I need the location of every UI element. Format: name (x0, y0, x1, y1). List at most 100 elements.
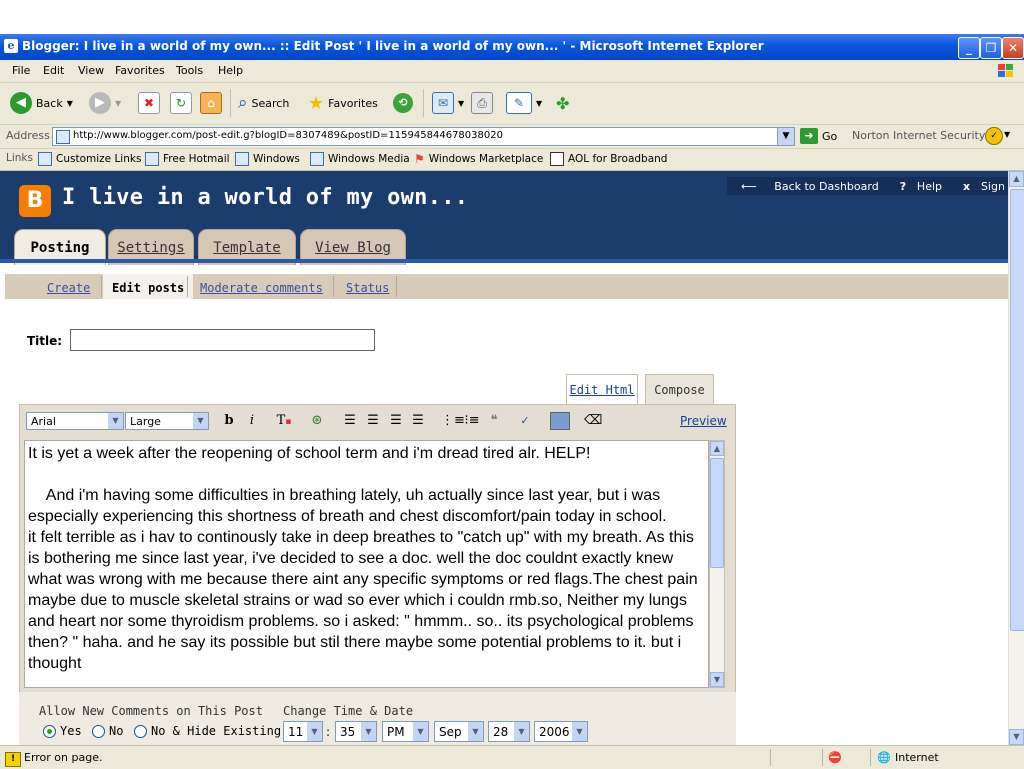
radio-comments-no[interactable]: No (92, 724, 123, 738)
scroll-down-icon[interactable]: ▼ (1009, 729, 1024, 745)
numbered-list-icon[interactable]: ⋮≡ (441, 412, 465, 430)
edit-dropdown-icon[interactable]: ▼ (536, 99, 542, 108)
browser-toolbar: ◀ Back ▼ ▶ ▼ ✖ ↻ ⌂ ⌕ Search ★ Favorites … (0, 83, 1024, 125)
post-editor: Arial ▼ Large ▼ b i T▪ ⊛ ☰ ☰ ☰ ☰ ⋮≡ ⁝≡ ❝ ✓… (19, 404, 736, 693)
scroll-thumb[interactable] (1010, 189, 1024, 631)
tab-label: Template (213, 240, 281, 256)
edit-button[interactable]: ✎ ▼ (506, 91, 542, 115)
scroll-down-icon[interactable]: ▼ (710, 672, 724, 687)
minute-select[interactable]: 35 ▼ (335, 721, 377, 742)
back-to-dashboard-link[interactable]: ⟵ Back to Dashboard (734, 180, 886, 193)
back-button[interactable]: ◀ Back ▼ (10, 91, 73, 115)
messenger-button[interactable]: ✤ (556, 91, 569, 115)
error-warning-icon[interactable]: ! (5, 751, 21, 767)
help-link[interactable]: ? Help (900, 180, 949, 193)
radio-comments-hide[interactable]: No & Hide Existing (134, 724, 281, 738)
security-icon[interactable]: ⛔ (828, 751, 842, 764)
post-title-input[interactable] (70, 329, 375, 351)
link-page-icon (310, 152, 324, 166)
refresh-button[interactable]: ↻ (170, 91, 192, 115)
spellcheck-icon[interactable]: ✓ (516, 412, 534, 430)
scroll-up-icon[interactable]: ▲ (710, 441, 724, 456)
text-color-icon[interactable]: T▪ (275, 412, 293, 430)
menu-edit[interactable]: Edit (43, 64, 64, 77)
hour-select[interactable]: 11 ▼ (283, 721, 323, 742)
link-windows[interactable]: Windows (235, 152, 300, 166)
windows-logo-icon (994, 62, 1018, 80)
justify-icon[interactable]: ☰ (410, 412, 426, 430)
address-input[interactable]: http://www.blogger.com/post-edit.g?blogI… (52, 127, 795, 146)
align-center-icon[interactable]: ☰ (365, 412, 381, 430)
link-windows-marketplace[interactable]: ⚑ Windows Marketplace (414, 152, 543, 166)
forward-dropdown-icon[interactable]: ▼ (115, 99, 121, 108)
close-button[interactable]: ✕ (1002, 37, 1024, 59)
blogger-logo-icon[interactable]: B (19, 185, 51, 217)
subnav-create[interactable]: Create (47, 281, 90, 295)
post-body-editor[interactable]: It is yet a week after the reopening of … (24, 440, 709, 688)
history-button[interactable]: ⟲ (393, 91, 413, 115)
scroll-thumb[interactable] (710, 458, 724, 568)
mail-button[interactable]: ✉ ▼ (432, 91, 464, 115)
align-right-icon[interactable]: ☰ (388, 412, 404, 430)
link-customize[interactable]: Customize Links (38, 152, 141, 166)
page-scrollbar[interactable]: ▲ ▼ (1008, 171, 1024, 745)
window-title-bar[interactable]: e Blogger: I live in a world of my own..… (0, 34, 1024, 60)
tab-edit-html[interactable]: Edit Html (566, 374, 638, 404)
chevron-down-icon: ▼ (108, 413, 123, 429)
editor-scrollbar[interactable]: ▲ ▼ (709, 440, 725, 688)
address-dropdown-icon[interactable]: ▼ (777, 128, 794, 145)
align-left-icon[interactable]: ☰ (342, 412, 358, 430)
eraser-icon[interactable]: ⌫ (584, 412, 602, 430)
back-dropdown-icon[interactable]: ▼ (67, 99, 73, 108)
stop-button[interactable]: ✖ (138, 91, 160, 115)
status-divider (770, 749, 771, 766)
ampm-select[interactable]: PM ▼ (382, 721, 429, 742)
year-select[interactable]: 2006 ▼ (534, 721, 588, 742)
menu-tools[interactable]: Tools (176, 64, 203, 77)
day-value: 28 (493, 725, 509, 739)
minimize-button[interactable]: _ (958, 37, 980, 59)
subnav-edit-posts[interactable]: Edit posts (103, 274, 194, 299)
chevron-down-icon: ▼ (572, 722, 587, 741)
italic-icon[interactable]: i (246, 412, 258, 430)
font-family-select[interactable]: Arial ▼ (26, 412, 124, 430)
link-aol[interactable]: AOL for Broadband (550, 152, 667, 166)
bold-icon[interactable]: b (222, 412, 236, 430)
link-hotmail[interactable]: Free Hotmail (145, 152, 230, 166)
link-icon[interactable]: ⊛ (308, 412, 326, 430)
norton-icon[interactable]: ✓ (985, 127, 1003, 145)
scroll-up-icon[interactable]: ▲ (1009, 171, 1024, 187)
favorites-button[interactable]: ★ Favorites (308, 91, 378, 115)
favorites-star-icon: ★ (308, 92, 325, 114)
menu-file[interactable]: File (12, 64, 30, 77)
month-select[interactable]: Sep ▼ (434, 721, 484, 742)
mail-dropdown-icon[interactable]: ▼ (458, 99, 464, 108)
menu-view[interactable]: View (78, 64, 104, 77)
subnav-status[interactable]: Status (346, 281, 389, 295)
forward-button[interactable]: ▶ ▼ (89, 91, 121, 115)
go-arrow-icon: ➜ (800, 128, 818, 144)
maximize-button[interactable]: ❐ (980, 37, 1002, 59)
preview-link[interactable]: Preview (680, 414, 727, 428)
home-button[interactable]: ⌂ (200, 91, 222, 115)
norton-dropdown-icon[interactable]: ▼ (1004, 130, 1010, 139)
link-page-icon (38, 152, 52, 166)
menu-help[interactable]: Help (218, 64, 243, 77)
link-windows-media[interactable]: Windows Media (310, 152, 410, 166)
chevron-down-icon: ▼ (514, 722, 529, 741)
day-select[interactable]: 28 ▼ (488, 721, 530, 742)
search-button[interactable]: ⌕ Search (238, 91, 289, 115)
tab-compose[interactable]: Compose (645, 374, 714, 404)
sign-out-link[interactable]: x Sign Out (963, 180, 1008, 193)
minute-value: 35 (340, 725, 356, 739)
go-button[interactable]: ➜ Go (800, 128, 837, 144)
bulleted-list-icon[interactable]: ⁝≡ (464, 412, 480, 430)
blockquote-icon[interactable]: ❝ (486, 412, 502, 430)
image-icon[interactable] (550, 412, 570, 430)
radio-comments-yes[interactable]: Yes (43, 724, 82, 738)
menu-favorites[interactable]: Favorites (115, 64, 165, 77)
font-size-select[interactable]: Large ▼ (125, 412, 209, 430)
sign-out-icon: x (963, 179, 974, 193)
print-button[interactable]: ⎙ (471, 91, 493, 115)
subnav-moderate-comments[interactable]: Moderate comments (200, 281, 323, 295)
